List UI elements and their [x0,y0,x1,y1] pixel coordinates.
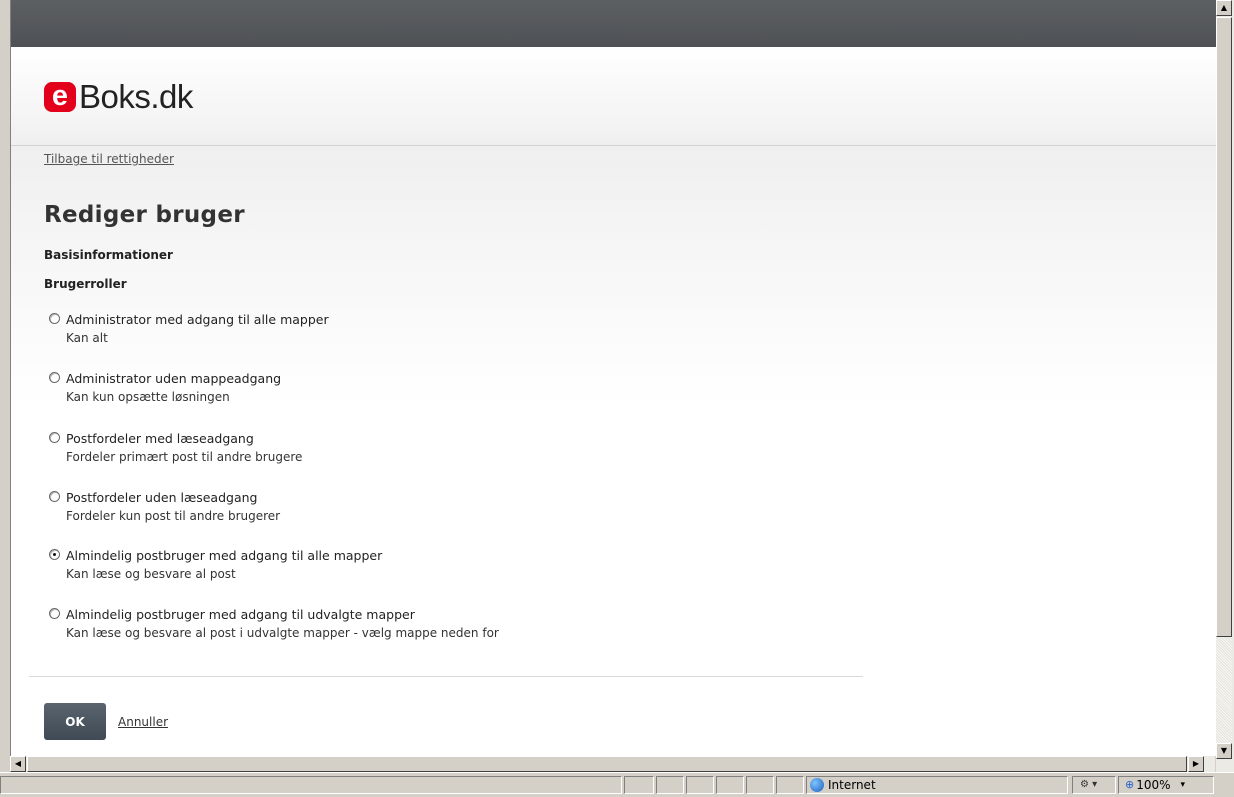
status-pane [776,776,804,794]
role-description: Kan læse og besvare al post [66,567,236,581]
zoom-control[interactable]: ⊕ 100% ▾ [1125,776,1185,794]
vertical-scroll-track[interactable] [1216,637,1232,743]
vertical-scrollbar[interactable]: ▲ ▼ [1216,0,1234,772]
role-description: Fordeler primært post til andre brugere [66,450,303,464]
zoom-magnifier-icon: ⊕ [1125,778,1135,791]
back-to-permissions-link[interactable]: Tilbage til rettigheder [44,152,174,166]
role-radio[interactable] [49,491,60,502]
role-radio[interactable] [49,608,60,619]
chevron-down-icon[interactable]: ▾ [1181,776,1186,794]
status-pane [686,776,714,794]
role-radio[interactable] [49,372,60,383]
browser-status-bar: Internet ⚙ ▾ ⊕ 100% ▾ [0,772,1234,797]
top-navigation-bar [11,0,1216,47]
scroll-down-arrow-icon[interactable]: ▼ [1216,743,1232,759]
role-title: Postfordeler uden læseadgang [66,490,258,505]
role-description: Fordeler kun post til andre brugerer [66,509,281,523]
role-description: Kan kun opsætte løsningen [66,390,230,404]
logo-wordmark: Boks.dk [79,78,193,115]
browser-viewport: e Boks.dk Tilbage til rettigheder Redige… [10,0,1216,756]
role-title: Administrator uden mappeadgang [66,371,282,386]
status-pane [746,776,774,794]
role-description: Kan alt [66,331,108,345]
protected-mode-icon[interactable]: ⚙ ▾ [1080,776,1097,794]
horizontal-scrollbar[interactable]: ◀ ▶ [10,756,1215,772]
globe-icon [810,778,824,792]
eboks-logo[interactable]: e Boks.dk [44,78,193,115]
form-divider [29,676,863,677]
scroll-up-arrow-icon[interactable]: ▲ [1216,0,1232,16]
logo-e-badge: e [44,82,76,112]
horizontal-scroll-thumb[interactable] [27,756,1187,772]
vertical-scroll-thumb[interactable] [1216,17,1232,637]
role-title: Administrator med adgang til alle mapper [66,312,329,327]
role-title: Postfordeler med læseadgang [66,431,254,446]
zone-label: Internet [828,778,876,792]
user-roles-heading: Brugerroller [44,277,127,291]
page-title: Rediger bruger [44,202,245,228]
role-title: Almindelig postbruger med adgang til all… [66,548,383,563]
scroll-right-arrow-icon[interactable]: ▶ [1188,756,1204,772]
scroll-left-arrow-icon[interactable]: ◀ [10,756,26,772]
ok-button[interactable]: OK [44,703,106,740]
cancel-link[interactable]: Annuller [118,715,168,729]
site-header: e Boks.dk [11,47,1216,146]
role-title: Almindelig postbruger med adgang til udv… [66,607,415,622]
status-pane [624,776,654,794]
role-radio[interactable] [49,432,60,443]
status-pane [656,776,684,794]
status-text-pane [0,776,622,794]
status-pane [716,776,744,794]
role-description: Kan læse og besvare al post i udvalgte m… [66,626,499,640]
role-radio[interactable] [49,313,60,324]
role-radio[interactable] [49,549,60,560]
zoom-level: 100% [1136,778,1171,792]
main-content: Tilbage til rettigheder Rediger bruger B… [11,146,1216,756]
basic-info-heading: Basisinformationer [44,248,173,262]
security-zone: Internet [810,776,876,794]
